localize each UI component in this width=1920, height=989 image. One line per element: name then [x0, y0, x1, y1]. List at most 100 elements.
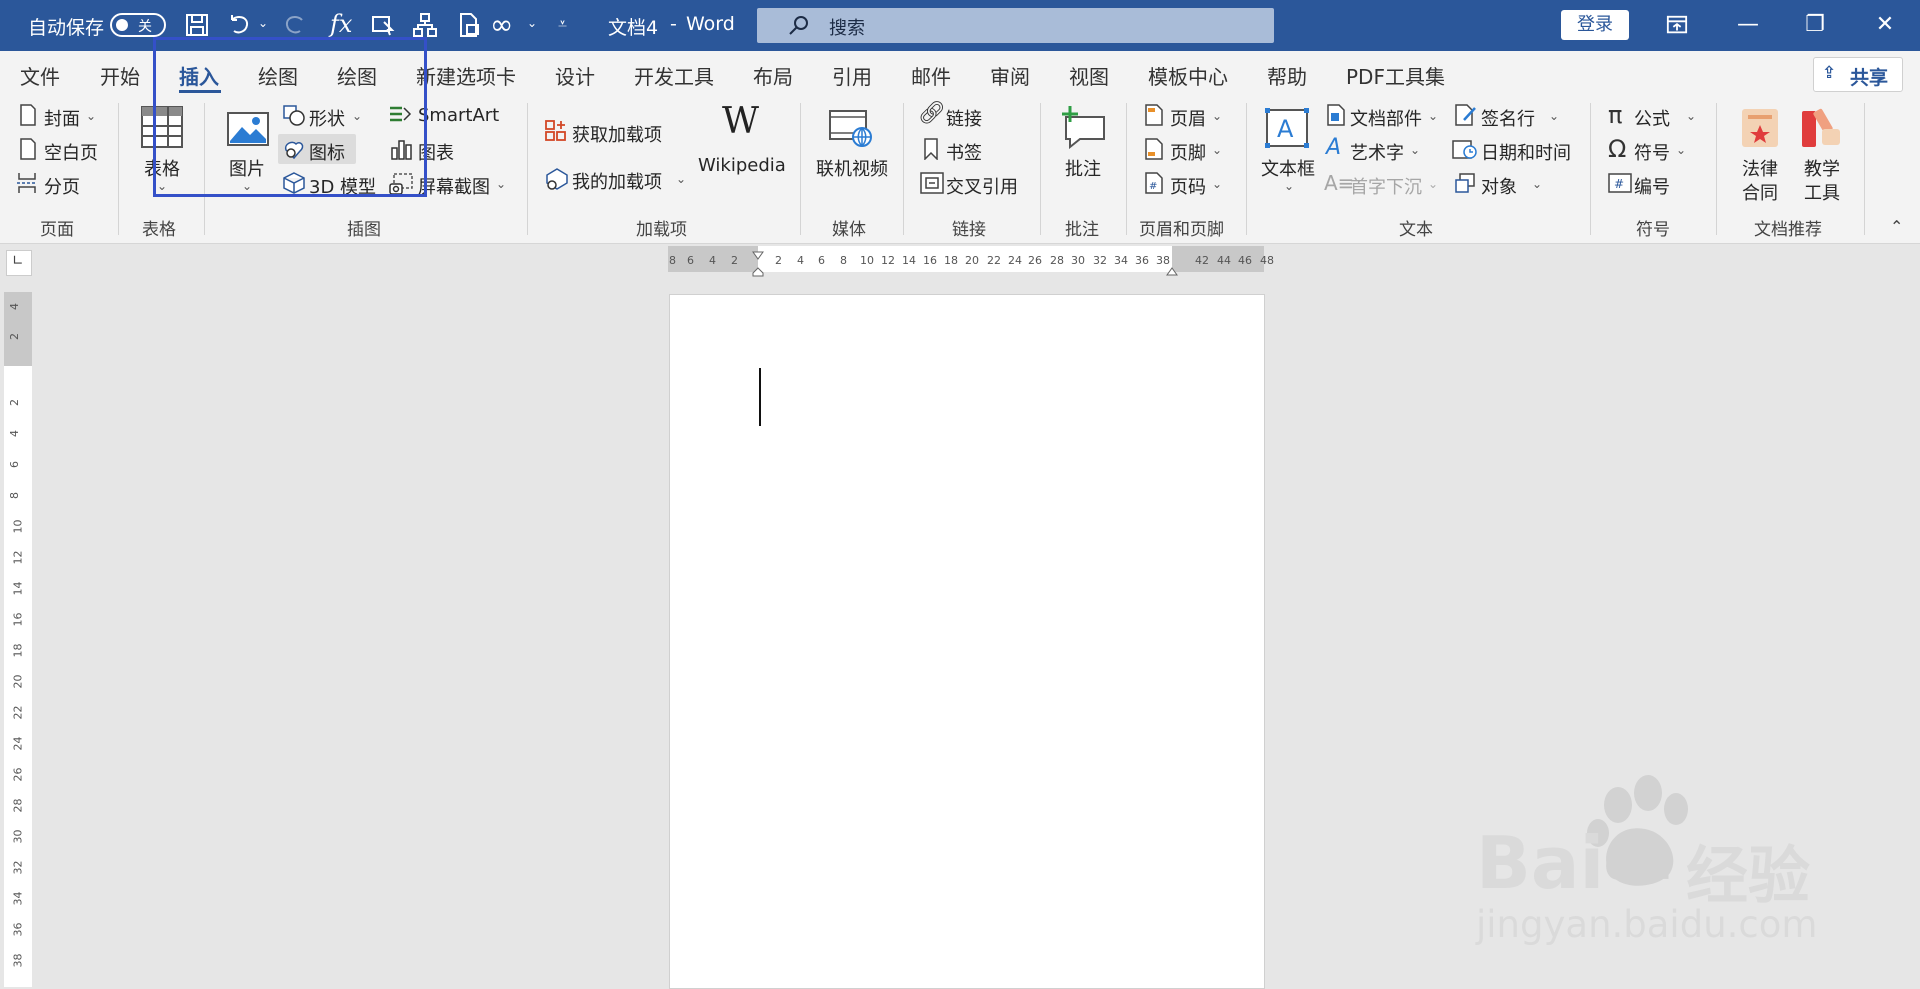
- my-addins-dropdown-icon[interactable]: ⌄: [676, 172, 686, 186]
- teaching-tools-label-2[interactable]: 工具: [1804, 179, 1840, 205]
- text-cursor: [759, 368, 761, 426]
- tab-developer[interactable]: 开发工具: [634, 61, 714, 90]
- quick-parts-button[interactable]: 文档部件: [1350, 105, 1422, 131]
- legal-contract-label-2[interactable]: 合同: [1742, 179, 1778, 205]
- screenshot-button[interactable]: 屏幕截图: [418, 173, 490, 199]
- login-button[interactable]: 登录: [1561, 10, 1629, 40]
- org-chart-icon[interactable]: [412, 12, 438, 38]
- undo-dropdown-icon[interactable]: ⌄: [258, 16, 268, 30]
- minimize-icon[interactable]: —: [1718, 0, 1778, 51]
- table-icon[interactable]: [140, 105, 184, 149]
- bookmark-button[interactable]: 书签: [946, 139, 982, 165]
- text-box-icon[interactable]: A: [1264, 107, 1310, 149]
- collapse-ribbon-icon[interactable]: ⌃: [1890, 217, 1903, 236]
- tab-review[interactable]: 审阅: [990, 61, 1030, 90]
- tab-help[interactable]: 帮助: [1267, 61, 1307, 90]
- object-button[interactable]: 对象: [1481, 173, 1517, 199]
- picture-icon[interactable]: [226, 111, 270, 147]
- touch-mode-icon[interactable]: [370, 12, 396, 38]
- search-box[interactable]: 搜索: [757, 8, 1274, 43]
- signature-line-dropdown-icon[interactable]: ⌄: [1549, 109, 1559, 123]
- link-button[interactable]: 链接: [946, 105, 982, 131]
- tab-references[interactable]: 引用: [832, 61, 872, 90]
- restore-icon[interactable]: ❐: [1785, 0, 1845, 51]
- legal-contract-icon[interactable]: [1740, 107, 1780, 149]
- hanging-indent-marker[interactable]: [752, 262, 764, 277]
- get-addins-button[interactable]: 获取加载项: [572, 121, 662, 147]
- picture-button[interactable]: 图片: [229, 155, 265, 181]
- signature-line-button[interactable]: 签名行: [1481, 105, 1535, 131]
- cover-dropdown-icon[interactable]: ⌄: [86, 109, 96, 123]
- header-dropdown-icon[interactable]: ⌄: [1212, 109, 1222, 123]
- tab-file[interactable]: 文件: [20, 61, 60, 90]
- infinity-dropdown-icon[interactable]: ⌄: [527, 16, 537, 30]
- symbol-dropdown-icon[interactable]: ⌄: [1676, 143, 1686, 157]
- picture-dropdown-icon[interactable]: ⌄: [242, 179, 252, 193]
- smartart-button[interactable]: SmartArt: [418, 105, 499, 126]
- shapes-dropdown-icon[interactable]: ⌄: [352, 109, 362, 123]
- online-video-button[interactable]: 联机视频: [816, 155, 888, 181]
- tab-insert[interactable]: 插入: [179, 61, 219, 90]
- equation-dropdown-icon[interactable]: ⌄: [1686, 109, 1696, 123]
- tab-design[interactable]: 设计: [555, 61, 595, 90]
- function-icon[interactable]: fx: [330, 10, 352, 38]
- shapes-button[interactable]: 形状: [309, 105, 345, 131]
- wikipedia-icon[interactable]: W: [722, 101, 759, 142]
- text-box-dropdown-icon[interactable]: ⌄: [1284, 179, 1294, 193]
- first-line-indent-marker[interactable]: [752, 246, 764, 260]
- share-button[interactable]: ⇪ 共享: [1813, 57, 1903, 92]
- word-art-dropdown-icon[interactable]: ⌄: [1410, 143, 1420, 157]
- tab-new-tab[interactable]: 新建选项卡: [416, 61, 516, 90]
- tab-home[interactable]: 开始: [100, 61, 140, 90]
- ribbon-display-icon[interactable]: [1647, 0, 1707, 51]
- save-icon[interactable]: [184, 12, 210, 38]
- numbering-button[interactable]: 编号: [1634, 173, 1670, 199]
- footer-button[interactable]: 页脚: [1170, 139, 1206, 165]
- symbol-button[interactable]: 符号: [1634, 139, 1670, 165]
- new-comment-button[interactable]: 批注: [1065, 155, 1101, 181]
- chart-button[interactable]: 图表: [418, 139, 454, 165]
- legal-contract-label-1[interactable]: 法律: [1742, 155, 1778, 181]
- wikipedia-button[interactable]: Wikipedia: [698, 155, 786, 176]
- blank-page-button[interactable]: 空白页: [44, 139, 98, 165]
- my-addins-button[interactable]: 我的加载项: [572, 168, 662, 194]
- icons-button[interactable]: 图标: [309, 139, 345, 165]
- object-dropdown-icon[interactable]: ⌄: [1532, 177, 1542, 191]
- autosave-toggle[interactable]: 关: [110, 13, 166, 37]
- infinity-icon[interactable]: ∞: [490, 8, 513, 41]
- 3d-model-button[interactable]: 3D 模型: [309, 173, 376, 199]
- page-number-button[interactable]: 页码: [1170, 173, 1206, 199]
- tab-view[interactable]: 视图: [1069, 61, 1109, 90]
- cover-page-button[interactable]: 封面: [44, 105, 80, 131]
- screenshot-dropdown-icon[interactable]: ⌄: [496, 177, 506, 191]
- tab-draw-2[interactable]: 绘图: [337, 61, 377, 90]
- close-icon[interactable]: ✕: [1855, 0, 1915, 51]
- text-box-button[interactable]: 文本框: [1261, 155, 1315, 181]
- tab-layout[interactable]: 布局: [753, 61, 793, 90]
- online-video-icon[interactable]: [828, 109, 876, 149]
- customize-icon[interactable]: ⩡: [558, 14, 567, 34]
- equation-button[interactable]: 公式: [1634, 105, 1670, 131]
- page-number-dropdown-icon[interactable]: ⌄: [1212, 177, 1222, 191]
- tab-mailings[interactable]: 邮件: [911, 61, 951, 90]
- word-art-button[interactable]: 艺术字: [1350, 139, 1404, 165]
- date-time-button[interactable]: 日期和时间: [1481, 139, 1571, 165]
- header-button[interactable]: 页眉: [1170, 105, 1206, 131]
- teaching-tools-label-1[interactable]: 教学: [1804, 155, 1840, 181]
- quick-parts-dropdown-icon[interactable]: ⌄: [1428, 109, 1438, 123]
- new-comment-icon[interactable]: [1058, 105, 1106, 149]
- undo-icon[interactable]: [226, 12, 252, 38]
- table-button[interactable]: 表格: [144, 155, 180, 181]
- tab-pdf-tools[interactable]: PDF工具集: [1346, 61, 1445, 90]
- footer-dropdown-icon[interactable]: ⌄: [1212, 143, 1222, 157]
- cross-reference-button[interactable]: 交叉引用: [946, 173, 1018, 199]
- tab-template-center[interactable]: 模板中心: [1148, 61, 1228, 90]
- table-dropdown-icon[interactable]: ⌄: [157, 179, 167, 193]
- document-icon[interactable]: [456, 12, 482, 38]
- page-break-button[interactable]: 分页: [44, 173, 80, 199]
- tab-draw[interactable]: 绘图: [258, 61, 298, 90]
- horizontal-ruler[interactable]: 8 6 4 2 2 4 6 8 10 12 14 16 18 20 22 24 26 28 30 32 34 36 38 42…: [668, 246, 1274, 277]
- tab-selector-icon[interactable]: ∟: [6, 250, 32, 276]
- vertical-ruler[interactable]: 4 2 2 4 6 8 10 12 14 16 18 20 22 24 26 28 30 32 34 36 38: [4, 292, 32, 987]
- teaching-tools-icon[interactable]: [1800, 107, 1844, 149]
